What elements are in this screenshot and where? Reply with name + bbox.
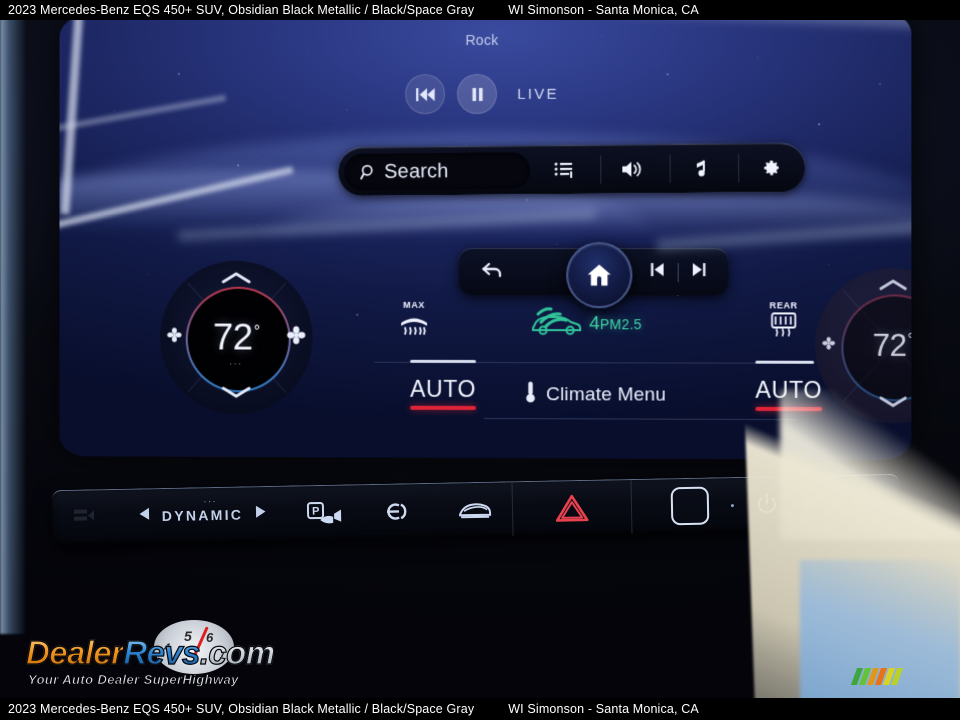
now-playing-genre: Rock (60, 30, 912, 49)
sound-settings-icon[interactable] (678, 144, 725, 193)
driver-temperature-dial[interactable]: 72° ... (160, 261, 313, 415)
fan-icon[interactable] (822, 337, 835, 355)
volume-icon[interactable] (609, 145, 656, 194)
climate-menu-button[interactable]: Climate Menu (524, 380, 666, 409)
auto-left-button[interactable]: AUTO (410, 376, 476, 408)
rear-defrost-icon (770, 311, 798, 342)
chevron-up-icon[interactable] (221, 271, 251, 290)
watermark-part-com: .com (200, 634, 275, 671)
front-defrost-indicator (410, 360, 476, 363)
vehicle-caption: 2023 Mercedes-Benz EQS 450+ SUV, Obsidia… (8, 3, 474, 17)
car-airflow-icon (529, 306, 583, 341)
vehicle-icon[interactable] (457, 499, 491, 522)
media-panel: Glass Onion - The Beatles Rock LIVE Sear… (60, 12, 912, 246)
chevron-up-icon[interactable] (879, 278, 907, 296)
drive-mode-label: DYNAMIC (162, 506, 244, 524)
eq-icon[interactable] (383, 502, 417, 521)
drive-mode-selector[interactable]: DYNAMIC (139, 505, 267, 525)
rear-defrost-button[interactable]: REAR (770, 300, 798, 342)
sky-reflection (800, 560, 960, 720)
pm-number: 4 (589, 313, 600, 334)
hazard-warning-icon[interactable] (555, 493, 590, 524)
air-quality-indicator[interactable]: 4PM2.5 (529, 306, 642, 341)
watermark-part-dealer: Dealer (26, 634, 123, 671)
rear-defrost-tag: REAR (770, 300, 798, 310)
media-icon-row (530, 143, 805, 194)
search-input[interactable]: Search (344, 152, 530, 190)
pm-unit: PM2.5 (600, 316, 642, 332)
rear-defrost-indicator (755, 361, 814, 364)
search-icon (360, 163, 377, 180)
front-defrost-icon (398, 311, 430, 342)
air-quality-value: 4PM2.5 (589, 313, 642, 335)
chevron-down-icon[interactable] (221, 385, 251, 404)
live-badge: LIVE (517, 85, 558, 102)
dealer-caption: WI Simonson - Santa Monica, CA (508, 3, 699, 17)
degree-symbol: ° (908, 331, 912, 348)
dealer-caption: WI Simonson - Santa Monica, CA (508, 702, 699, 716)
media-toolbar: Search (338, 142, 805, 196)
screenshot-stage: Glass Onion - The Beatles Rock LIVE Sear… (0, 0, 960, 720)
top-caption-bar: 2023 Mercedes-Benz EQS 450+ SUV, Obsidia… (0, 0, 960, 20)
thermometer-icon (524, 380, 537, 409)
svg-text:P: P (312, 506, 320, 518)
transport-controls: LIVE (60, 73, 912, 115)
front-defrost-tag: MAX (403, 300, 425, 310)
temp-number: 72 (873, 328, 907, 363)
temp-number: 72 (213, 317, 253, 358)
watermark-part-revs: Revs (123, 634, 200, 671)
bottom-caption-bar: 2023 Mercedes-Benz EQS 450+ SUV, Obsidia… (0, 698, 960, 720)
color-stripes (851, 668, 903, 685)
arrow-right-icon[interactable] (255, 505, 266, 523)
skip-back-icon[interactable] (405, 74, 445, 114)
dealer-watermark: 4 5 6 7 DealerRevs.com Your Auto Dealer … (26, 636, 326, 694)
vehicle-caption: 2023 Mercedes-Benz EQS 450+ SUV, Obsidia… (8, 702, 474, 716)
drive-mode-dots: ... (204, 494, 218, 504)
search-label: Search (384, 160, 449, 184)
passenger-temperature-value: 72° (873, 328, 912, 364)
fan-icon[interactable] (167, 327, 182, 347)
pause-icon[interactable] (457, 74, 497, 114)
watermark-tagline: Your Auto Dealer SuperHighway (28, 672, 239, 687)
driver-temperature-value: 72° (213, 317, 260, 359)
climate-menu-label: Climate Menu (546, 384, 666, 406)
front-defrost-button[interactable]: MAX (398, 300, 430, 342)
watermark-wordmark: DealerRevs.com (26, 636, 326, 669)
climate-top-row: MAX 4PM2.5 REAR (374, 298, 814, 361)
seat-heater-icon[interactable] (72, 506, 98, 528)
rounded-square-icon[interactable] (670, 487, 709, 526)
degree-symbol: ° (254, 323, 260, 340)
playlist-icon[interactable] (541, 146, 588, 195)
window-reflection-left (0, 14, 26, 634)
fan-icon[interactable] (287, 326, 306, 350)
gear-icon[interactable] (747, 144, 794, 193)
arrow-left-icon[interactable] (139, 507, 150, 525)
park-camera-icon[interactable]: P (306, 501, 342, 526)
indicator-dot (731, 504, 734, 507)
